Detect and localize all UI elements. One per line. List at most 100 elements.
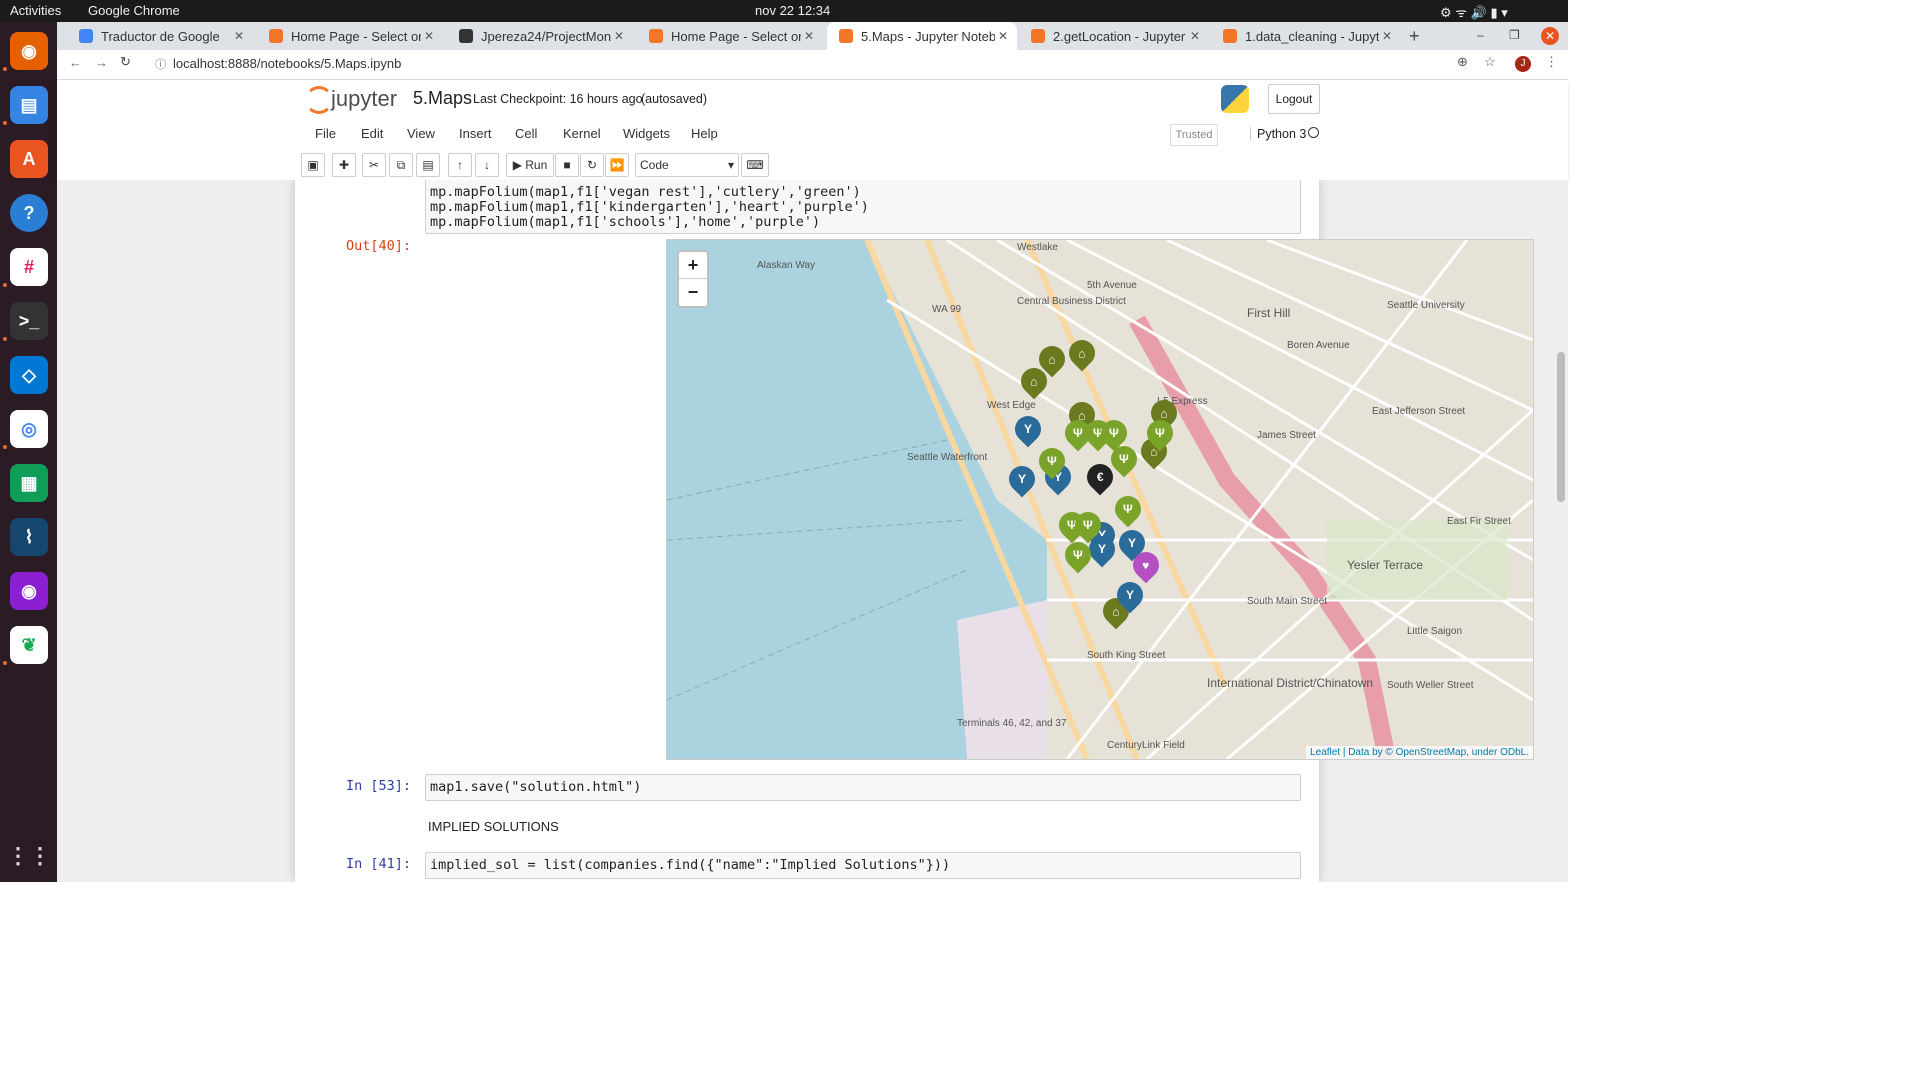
zoom-control: + − bbox=[677, 250, 709, 308]
reload-icon[interactable]: ↻ bbox=[120, 54, 131, 70]
notebook-page: mp.mapFolium(map1,f1['vegan rest'],'cutl… bbox=[295, 180, 1534, 882]
back-icon[interactable]: ← bbox=[69, 55, 82, 70]
browser-tab[interactable]: 2.getLocation - Jupyter N ✕ bbox=[1019, 22, 1209, 50]
run-button[interactable]: ▶ Run bbox=[506, 153, 554, 177]
browser-tab[interactable]: Jpereza24/ProjectMongo✕ bbox=[447, 22, 633, 50]
vscode-icon[interactable]: ◇ bbox=[10, 356, 48, 394]
zoom-out-button[interactable]: − bbox=[679, 279, 707, 305]
out-prompt: Out[40]: bbox=[345, 238, 411, 254]
map-label: East Fir Street bbox=[1447, 516, 1511, 527]
chrome-menu-icon[interactable]: ⋮ bbox=[1545, 54, 1558, 70]
menu-view[interactable]: View bbox=[407, 126, 435, 141]
tab-close-icon[interactable]: ✕ bbox=[231, 29, 247, 43]
map-attribution[interactable]: Leaflet | Data by © OpenStreetMap, under… bbox=[1306, 746, 1533, 759]
paste-icon[interactable]: ▤ bbox=[416, 153, 440, 177]
chrome-icon[interactable]: ◎ bbox=[10, 410, 48, 448]
restore-icon[interactable]: ❐ bbox=[1509, 28, 1520, 42]
minimize-icon[interactable]: – bbox=[1477, 28, 1484, 42]
spreadsheet-icon[interactable]: ▦ bbox=[10, 464, 48, 502]
tab-close-icon[interactable]: ✕ bbox=[995, 29, 1011, 43]
code-find: implied_sol = list(companies.find({"name… bbox=[430, 857, 951, 873]
forward-icon[interactable]: → bbox=[95, 55, 108, 70]
cell-type-value: Code bbox=[640, 158, 669, 172]
tab-close-icon[interactable]: ✕ bbox=[801, 29, 817, 43]
map-label: Seattle University bbox=[1387, 300, 1465, 311]
menu-kernel[interactable]: Kernel bbox=[563, 126, 601, 141]
kernel-name: Python 3 bbox=[1250, 127, 1306, 141]
menu-edit[interactable]: Edit bbox=[361, 126, 383, 141]
software-center-icon[interactable]: A bbox=[10, 140, 48, 178]
tab-close-icon[interactable]: ✕ bbox=[611, 29, 627, 43]
menu-insert[interactable]: Insert bbox=[459, 126, 492, 141]
tab-title: 1.data_cleaning - Jupyte bbox=[1245, 28, 1379, 44]
tab-title: Home Page - Select or cre bbox=[291, 28, 421, 44]
menu-file[interactable]: File bbox=[315, 126, 336, 141]
in-prompt-41: In [41]: bbox=[345, 856, 411, 872]
keyboard-icon[interactable]: ⌨ bbox=[741, 153, 769, 177]
copy-icon[interactable]: ⧉ bbox=[389, 153, 413, 177]
tray-icons[interactable]: ⚙ ᯤ 🔊 ▮ ▾ bbox=[1440, 3, 1508, 21]
tab-title: 2.getLocation - Jupyter N bbox=[1053, 28, 1187, 44]
clock[interactable]: nov 22 12:34 bbox=[755, 3, 830, 18]
add-cell-icon[interactable]: ✚ bbox=[332, 153, 356, 177]
in-prompt-53: In [53]: bbox=[345, 778, 411, 794]
move-up-icon[interactable]: ↑ bbox=[448, 153, 472, 177]
bookmark-star-icon[interactable]: ☆ bbox=[1484, 54, 1496, 70]
restart-icon[interactable]: ↻ bbox=[580, 153, 604, 177]
code-line: mp.mapFolium(map1,f1['schools'],'home','… bbox=[430, 214, 821, 230]
markdown-heading: IMPLIED SOLUTIONS bbox=[428, 819, 559, 834]
stop-icon[interactable]: ■ bbox=[555, 153, 579, 177]
tab-close-icon[interactable]: ✕ bbox=[1379, 29, 1395, 43]
browser-tab[interactable]: Home Page - Select or cre✕ bbox=[257, 22, 443, 50]
cell-type-select[interactable]: Code ▾ bbox=[635, 153, 739, 177]
trusted-indicator[interactable]: Trusted bbox=[1170, 124, 1218, 146]
browser-tab[interactable]: 5.Maps - Jupyter Notebo ✕ bbox=[827, 22, 1017, 50]
help-icon[interactable]: ? bbox=[10, 194, 48, 232]
logout-button[interactable]: Logout bbox=[1268, 84, 1320, 114]
page-scrollbar[interactable] bbox=[1557, 352, 1565, 502]
map-label: West Edge bbox=[987, 400, 1036, 411]
browser-tab[interactable]: Traductor de Google ✕ bbox=[67, 22, 253, 50]
app-grid-icon[interactable]: ⋮⋮ bbox=[7, 837, 51, 875]
jupyter-logo-text[interactable]: jupyter bbox=[331, 86, 397, 112]
browser-tab[interactable]: 1.data_cleaning - Jupyte ✕ bbox=[1211, 22, 1401, 50]
menu-help[interactable]: Help bbox=[691, 126, 718, 141]
folium-map[interactable]: Westlake Central Business District First H… bbox=[666, 239, 1534, 760]
menu-cell[interactable]: Cell bbox=[515, 126, 537, 141]
tab-close-icon[interactable]: ✕ bbox=[421, 29, 437, 43]
code-cell-save[interactable]: map1.save("solution.html") bbox=[425, 774, 1301, 801]
mongodb-compass-icon[interactable]: ❦ bbox=[10, 626, 48, 664]
profile-avatar[interactable]: J bbox=[1515, 56, 1531, 72]
notebook-name[interactable]: 5.Maps bbox=[413, 88, 472, 109]
code-cell-find[interactable]: implied_sol = list(companies.find({"name… bbox=[425, 852, 1301, 879]
terminal-icon[interactable]: >_ bbox=[10, 302, 48, 340]
code-cell-top[interactable]: mp.mapFolium(map1,f1['vegan rest'],'cutl… bbox=[425, 180, 1301, 234]
zoom-icon[interactable]: ⊕ bbox=[1457, 54, 1468, 70]
files-icon[interactable]: ▤ bbox=[10, 86, 48, 124]
slack-icon[interactable]: # bbox=[10, 248, 48, 286]
favicon-icon bbox=[1031, 29, 1045, 43]
zoom-in-button[interactable]: + bbox=[679, 252, 707, 279]
tab-close-icon[interactable]: ✕ bbox=[1187, 29, 1203, 43]
mysql-workbench-icon[interactable]: ⌇ bbox=[10, 518, 48, 556]
save-icon[interactable]: ▣ bbox=[301, 153, 325, 177]
close-window-icon[interactable]: ✕ bbox=[1541, 27, 1559, 45]
tab-title: Jpereza24/ProjectMongo bbox=[481, 28, 611, 44]
url-field[interactable]: localhost:8888/notebooks/5.Maps.ipynb bbox=[173, 56, 401, 71]
browser-tab[interactable]: Home Page - Select or cre✕ bbox=[637, 22, 823, 50]
activities-button[interactable]: Activities bbox=[10, 3, 61, 18]
jupyter-logo-icon bbox=[305, 86, 333, 114]
info-icon[interactable]: ⓘ bbox=[155, 56, 166, 72]
app-menu[interactable]: Google Chrome bbox=[88, 3, 180, 18]
fast-forward-icon[interactable]: ⏩ bbox=[605, 153, 629, 177]
move-down-icon[interactable]: ↓ bbox=[475, 153, 499, 177]
cut-icon[interactable]: ✂ bbox=[362, 153, 386, 177]
firefox-dev-icon[interactable]: ◉ bbox=[10, 572, 48, 610]
firefox-icon[interactable]: ◉ bbox=[10, 32, 48, 70]
favicon-icon bbox=[459, 29, 473, 43]
python-logo-icon bbox=[1221, 85, 1249, 113]
map-label: South Main Street bbox=[1247, 596, 1328, 607]
new-tab-button[interactable]: + bbox=[1409, 26, 1420, 47]
menu-widgets[interactable]: Widgets bbox=[623, 126, 670, 141]
favicon-icon bbox=[839, 29, 853, 43]
